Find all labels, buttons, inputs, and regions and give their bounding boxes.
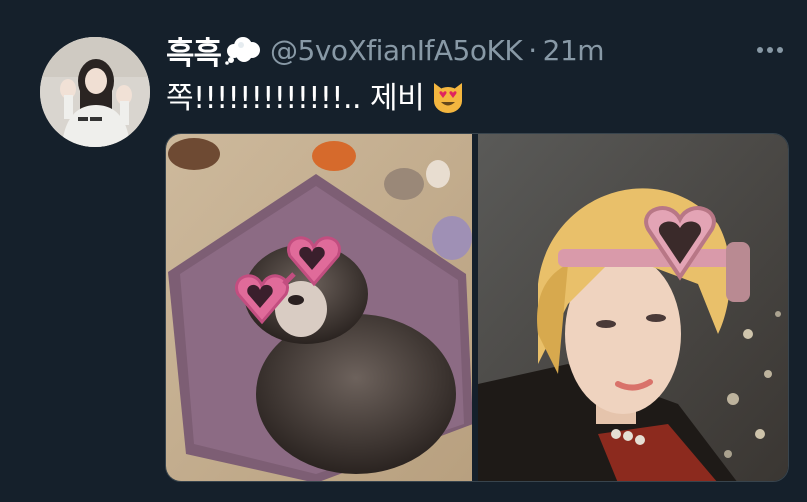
photo-portrait[interactable] — [478, 134, 788, 481]
smiling-cat-heart-eyes-icon — [430, 77, 466, 113]
tweet-body: 쪽!!!!!!!!!!!!!.. 제비 — [166, 81, 425, 116]
tweet-text: 쪽!!!!!!!!!!!!!.. 제비 — [166, 74, 466, 116]
display-name[interactable]: 흑흑 — [166, 28, 222, 73]
separator-dot: · — [528, 33, 537, 67]
more-options-icon[interactable] — [754, 40, 788, 60]
avatar[interactable] — [40, 37, 150, 147]
photo-ferret[interactable] — [166, 134, 473, 481]
media-grid[interactable] — [165, 133, 789, 482]
user-handle[interactable]: @5voXfianIfA5oKK — [270, 34, 523, 67]
tweet[interactable]: 흑흑 @5voXfianIfA5oKK · 21m 쪽!!!!!!!!!!!!!… — [0, 0, 807, 502]
tweet-header: 흑흑 @5voXfianIfA5oKK · 21m — [166, 28, 605, 73]
timestamp[interactable]: 21m — [543, 34, 605, 67]
thought-balloon-icon — [224, 35, 262, 65]
